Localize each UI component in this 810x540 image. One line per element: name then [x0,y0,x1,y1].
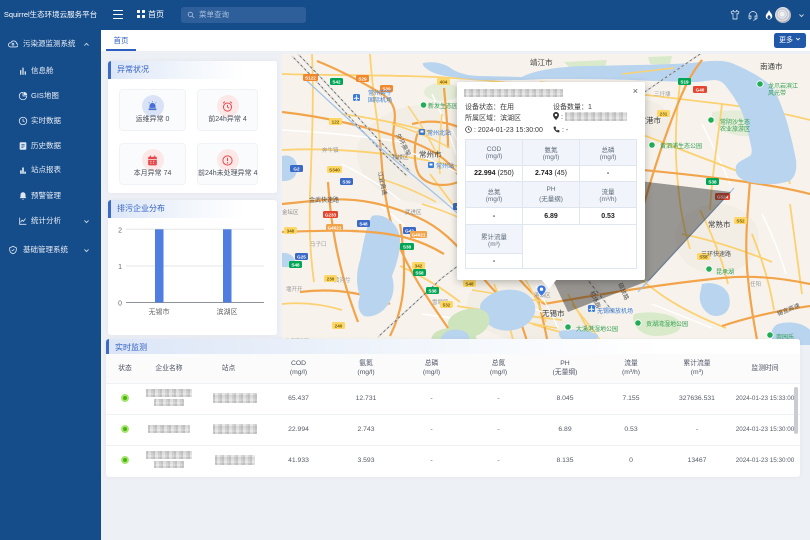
svg-text:三圩埭: 三圩埭 [654,90,671,98]
svg-text:230: 230 [327,276,335,281]
svg-text:农业旅游区: 农业旅游区 [720,125,750,133]
svg-text:无锡市: 无锡市 [542,308,565,318]
svg-text:S58: S58 [415,270,424,275]
svg-text:常阴沙生态: 常阴沙生态 [720,118,750,126]
svg-text:G2: G2 [293,166,300,171]
svg-text:国际机场: 国际机场 [368,96,392,104]
svg-text:S19: S19 [680,79,689,84]
svg-text:常州站: 常州站 [436,162,454,170]
svg-text:武进区: 武进区 [405,208,422,216]
svg-text:堰开开: 堰开开 [286,285,303,293]
svg-text:新发生态园: 新发生态园 [428,102,458,110]
svg-text:常州北站: 常州北站 [427,129,451,137]
svg-text:S42: S42 [332,79,341,84]
svg-text:S29: S29 [358,76,367,81]
svg-text:黄泗浦生态公园: 黄泗浦生态公园 [660,142,702,150]
svg-text:S38: S38 [403,244,412,249]
svg-text:奔牛镇: 奔牛镇 [322,146,339,154]
svg-text:S48: S48 [359,221,368,226]
svg-text:S122: S122 [305,75,316,80]
svg-text:马子口: 马子口 [310,240,327,248]
svg-text:靖江市: 靖江市 [530,57,553,67]
svg-text:S48: S48 [465,281,474,286]
svg-text:风光带: 风光带 [768,89,786,97]
svg-text:金坛区: 金坛区 [282,208,299,216]
svg-text:S48: S48 [291,262,300,267]
svg-text:240: 240 [335,323,343,328]
svg-text:S38: S38 [708,179,717,184]
svg-text:S340: S340 [329,167,340,172]
svg-text:2: 2 [118,228,122,235]
svg-text:342: 342 [415,263,423,268]
svg-text:G25: G25 [297,254,306,259]
svg-text:532: 532 [443,302,451,307]
svg-text:G4021: G4021 [328,225,342,230]
svg-text:金武快速路: 金武快速路 [309,196,339,204]
svg-text:任阳: 任阳 [750,280,761,288]
svg-text:G40: G40 [696,87,705,92]
svg-text:三环快速路: 三环快速路 [701,250,731,258]
svg-text:滨湖区: 滨湖区 [217,307,238,316]
svg-text:无锡市: 无锡市 [149,307,170,316]
svg-text:S39: S39 [342,179,351,184]
svg-text:龙爪岩滨江: 龙爪岩滨江 [768,82,798,90]
svg-text:S38: S38 [428,288,437,293]
svg-text:G4021: G4021 [412,232,426,237]
svg-text:S52: S52 [736,218,745,223]
svg-text:122: 122 [332,119,340,124]
svg-text:1: 1 [118,264,122,271]
svg-text:贡湖湾湿地公园: 贡湖湾湿地公园 [646,320,688,328]
svg-text:0: 0 [118,301,122,308]
svg-text:昆承湖: 昆承湖 [716,268,734,276]
svg-text:常州市: 常州市 [419,149,442,159]
svg-text:无锡硕放机场: 无锡硕放机场 [597,307,633,315]
svg-text:常熟市: 常熟市 [708,219,731,229]
svg-text:常州奔牛: 常州奔牛 [368,89,392,97]
svg-text:南通市: 南通市 [760,61,783,71]
svg-text:340: 340 [287,228,295,233]
svg-text:404: 404 [440,79,448,84]
svg-text:大溪港湿地公园: 大溪港湿地公园 [576,325,618,333]
svg-text:G233: G233 [325,212,337,217]
